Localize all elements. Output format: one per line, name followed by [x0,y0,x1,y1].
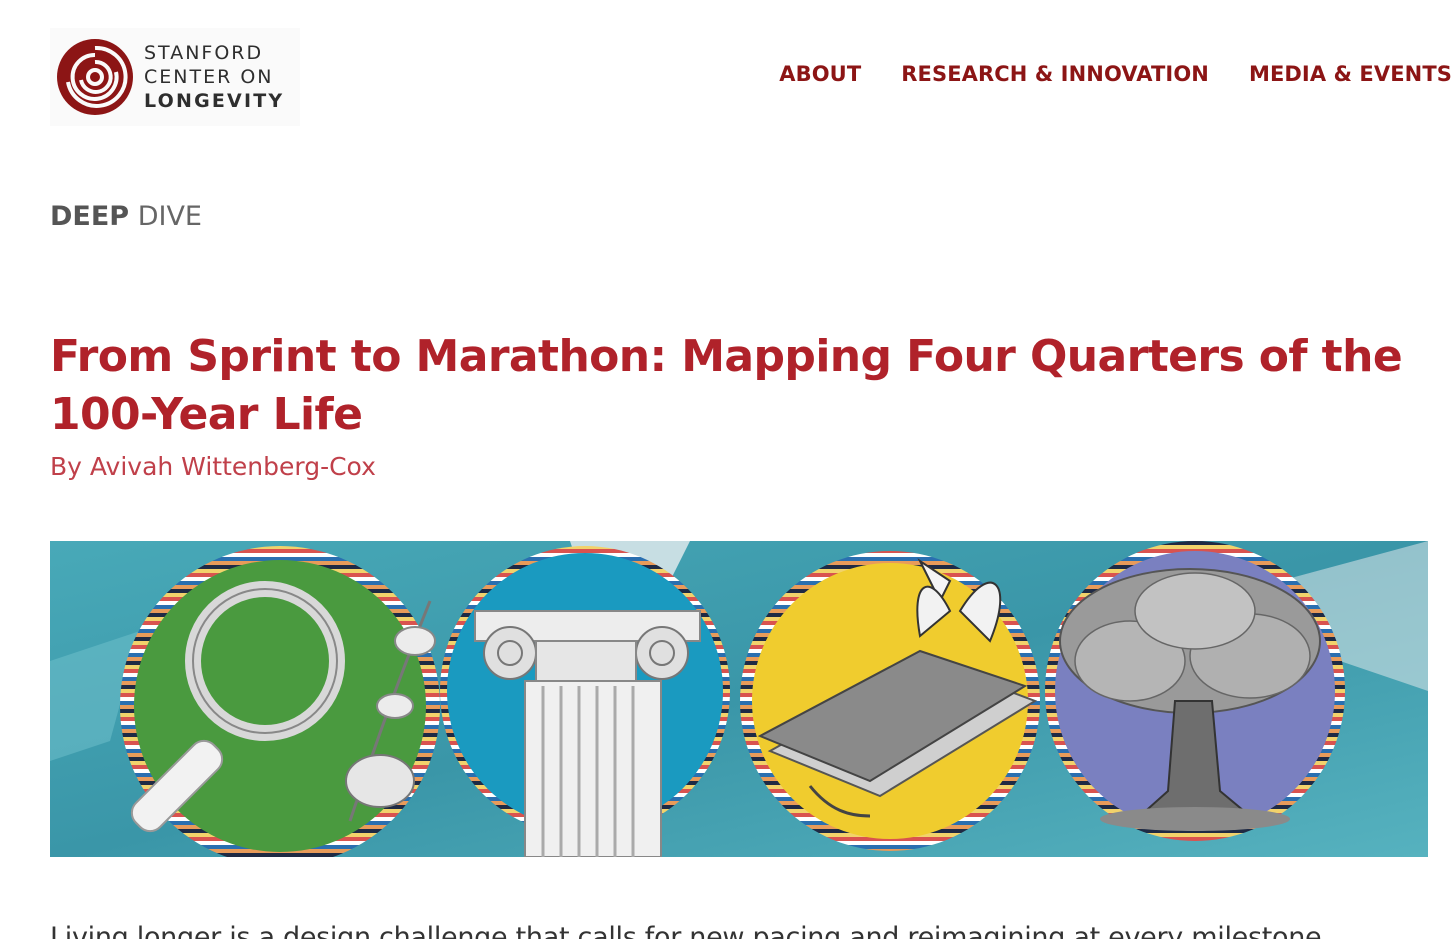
hero-banner [50,541,1428,857]
nav-item-media-events[interactable]: MEDIA & EVENTS [1249,62,1452,86]
article-byline[interactable]: By Avivah Wittenberg-Cox [50,452,376,481]
logo-wordmark: STANFORD CENTER ON LONGEVITY [144,41,284,113]
article-title: From Sprint to Marathon: Mapping Four Qu… [50,331,1403,440]
magnifying-glass-icon [120,546,440,857]
article-page: STANFORD CENTER ON LONGEVITY ABOUT RESEA… [0,0,1456,939]
logo-line-3: LONGEVITY [144,90,285,112]
hero-illustration [50,541,1428,857]
nav-item-research-innovation[interactable]: RESEARCH & INNOVATION [901,62,1209,86]
logo-line-1: STANFORD [144,42,264,64]
longevity-spiral-icon [57,39,133,115]
kicker-light: DIVE [137,201,202,232]
oak-tree-icon [1045,541,1345,841]
kicker-strong: DEEP [50,201,130,232]
article-lede: Living longer is a design challenge that… [50,922,1330,939]
section-kicker: DEEP DIVE [50,201,202,232]
logo-line-2: CENTER ON [144,66,274,88]
nav-item-about[interactable]: ABOUT [779,62,861,86]
site-logo[interactable]: STANFORD CENTER ON LONGEVITY [50,28,300,126]
main-nav: ABOUT RESEARCH & INNOVATION MEDIA & EVEN… [779,62,1452,86]
journal-butterfly-icon [740,551,1040,851]
